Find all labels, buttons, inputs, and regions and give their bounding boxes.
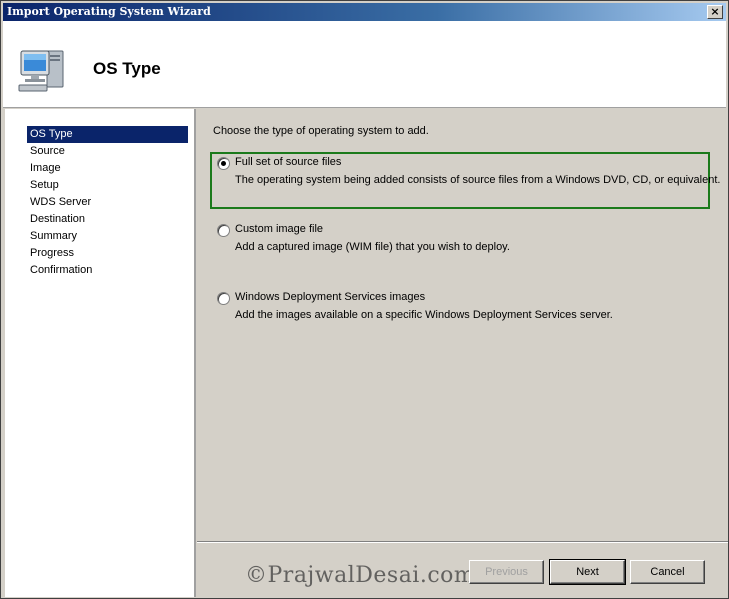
step-item: Summary [30, 230, 78, 242]
previous-button[interactable]: Previous [469, 560, 544, 584]
computer-monitor-icon [18, 50, 64, 92]
next-button[interactable]: Next [549, 559, 626, 585]
wizard-header: OS Type [3, 21, 726, 108]
option-label[interactable]: Windows Deployment Services images [235, 291, 425, 303]
step-item: Destination [30, 213, 86, 225]
option-description: Add the images available on a specific W… [235, 309, 613, 321]
wizard-window: Import Operating System Wizard × OS Type… [0, 0, 729, 599]
footer-divider [197, 541, 728, 543]
option-label[interactable]: Full set of source files [235, 156, 341, 168]
step-item: WDS Server [30, 196, 92, 208]
close-button[interactable]: × [707, 5, 723, 19]
option-label[interactable]: Custom image file [235, 223, 323, 235]
step-item: OS Type [27, 126, 188, 143]
radio-wds-images[interactable] [217, 292, 230, 305]
title-bar[interactable]: Import Operating System Wizard × [3, 3, 726, 21]
step-item: Progress [30, 247, 75, 259]
radio-custom-image[interactable] [217, 224, 230, 237]
wizard-steps-sidebar: OS Type Source Image Setup WDS Server Destina… [5, 109, 196, 597]
page-title: OS Type [93, 59, 161, 78]
cancel-button[interactable]: Cancel [630, 560, 705, 584]
steps-list: OS Type Source Image Setup WDS Server Destina… [27, 126, 188, 279]
radio-full-source[interactable] [217, 157, 230, 170]
instruction-text: Choose the type of operating system to a… [213, 125, 429, 137]
step-item: Source [30, 145, 65, 157]
watermark: ©PrajwalDesai.com [245, 563, 476, 588]
option-description: Add a captured image (WIM file) that you… [235, 241, 510, 253]
step-item: Confirmation [30, 264, 93, 276]
main-content: Choose the type of operating system to a… [197, 109, 726, 541]
step-item: Image [30, 162, 61, 174]
option-description: The operating system being added consist… [235, 174, 721, 186]
window-title: Import Operating System Wizard [7, 5, 211, 18]
step-item: Setup [30, 179, 59, 191]
